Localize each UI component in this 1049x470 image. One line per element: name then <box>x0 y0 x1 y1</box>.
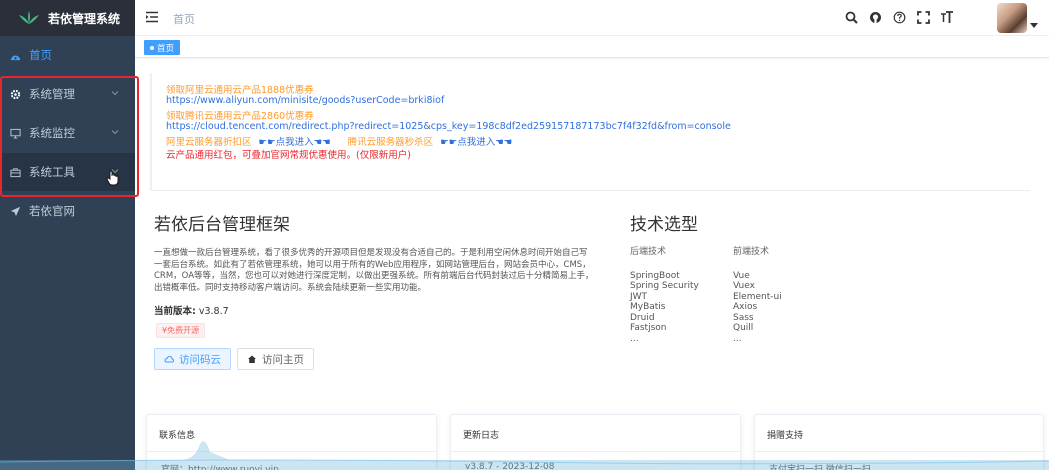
tags-view: 首页 <box>135 36 1049 58</box>
list-item: Spring Security <box>630 281 699 291</box>
promo-tencent-enter[interactable]: ☛☛点我进入☚☚ <box>440 137 512 148</box>
dashboard-icon <box>9 49 21 61</box>
tag-dot <box>150 45 154 50</box>
list-item: Vue <box>733 270 750 281</box>
intro-description: 一直想做一款后台管理系统，看了很多优秀的开源项目但是发现没有合适自己的。于是利用… <box>154 248 594 293</box>
navbar: 首页 <box>135 0 1049 36</box>
contact-card: 联系信息 官网：http://www.ruoyi.vip <box>146 414 437 470</box>
sidebar-item-home[interactable]: 首页 <box>0 36 135 74</box>
promo-redpacket[interactable]: 云产品通用红包，可叠加官网常规优惠使用。(仅限新用户) <box>166 147 411 161</box>
app-title: 若依管理系统 <box>48 11 121 26</box>
list-item: ... <box>733 333 742 344</box>
home-icon <box>248 355 256 363</box>
promo-notice: 领取阿里云通用云产品1888优惠券 https://www.aliyun.com… <box>150 73 1030 190</box>
free-open-source-tag: ¥免费开源 <box>156 323 206 338</box>
donate-card: 捐赠支持 支付宝扫一扫 微信扫一扫 <box>754 414 1044 470</box>
list-item: Axios <box>733 302 758 312</box>
card-title: 更新日志 <box>463 431 500 441</box>
changelog-card: 更新日志 v3.8.7 - 2023-12-08 <box>450 414 741 470</box>
question-icon[interactable] <box>892 10 906 24</box>
card-title: 联系信息 <box>159 431 196 441</box>
tag-home[interactable]: 首页 <box>144 40 181 55</box>
card-divider <box>451 451 740 452</box>
card-divider <box>755 451 1043 452</box>
promo-tencent-link[interactable]: https://cloud.tencent.com/redirect.php?r… <box>166 121 731 132</box>
list-item: Fastjson <box>630 323 667 333</box>
btn-label: 访问码云 <box>179 353 221 366</box>
logo-leaf-icon <box>19 11 39 24</box>
avatar[interactable] <box>997 3 1027 33</box>
list-item: Element-ui <box>733 291 782 302</box>
list-item: MyBatis <box>630 302 666 312</box>
list-item: ... <box>630 333 639 344</box>
promo-aliyun-link[interactable]: https://www.aliyun.com/minisite/goods?us… <box>166 95 444 106</box>
list-item: SpringBoot <box>630 270 680 281</box>
font-size-icon[interactable] <box>940 10 954 24</box>
card-content: 支付宝扫一扫 微信扫一扫 <box>769 465 871 470</box>
promo-tencent-coupon[interactable]: 领取腾讯云通用云产品2860优惠券 <box>166 108 314 122</box>
sidebar-item-website[interactable]: 若依官网 <box>0 192 135 230</box>
frontend-tech-list: 前端技术 Vue Vuex Element-ui Axios Sass Quil… <box>733 247 782 344</box>
sidebar: 若依管理系统 首页 系统管理 系统监控 系统工具 若依官网 <box>0 0 135 470</box>
divider <box>150 190 1030 191</box>
navbar-tools <box>844 10 954 24</box>
github-icon[interactable] <box>868 10 882 24</box>
promo-servers: 阿里云服务器折扣区 ☛☛点我进入☚☚ 腾讯云服务器秒杀区 ☛☛点我进入☚☚ <box>166 134 512 148</box>
intro-title: 若依后台管理框架 <box>154 215 290 235</box>
send-icon <box>9 205 21 217</box>
sidebar-item-label: 若依官网 <box>29 204 75 218</box>
visit-gitee-button[interactable]: 访问码云 <box>154 348 231 370</box>
hamburger-icon[interactable] <box>145 11 159 23</box>
list-item: Quill <box>733 323 754 333</box>
sidebar-item-label: 首页 <box>29 48 52 62</box>
promo-aliyun-coupon[interactable]: 领取阿里云通用云产品1888优惠券 <box>166 82 314 96</box>
card-content[interactable]: v3.8.7 - 2023-12-08 <box>465 462 555 470</box>
highlight-box <box>0 76 139 197</box>
list-item: Vuex <box>733 281 755 291</box>
list-item: Sass <box>733 312 754 323</box>
frontend-tech-title: 前端技术 <box>733 247 770 257</box>
card-content[interactable]: 官网：http://www.ruoyi.vip <box>161 462 279 470</box>
tag-label: 首页 <box>157 43 175 54</box>
backend-tech-title: 后端技术 <box>630 247 667 257</box>
search-icon[interactable] <box>844 10 858 24</box>
caret-down-icon[interactable] <box>1030 23 1038 29</box>
card-title: 捐赠支持 <box>767 431 804 441</box>
btn-label: 访问主页 <box>262 353 304 366</box>
version-label: 当前版本: <box>154 306 196 317</box>
fullscreen-icon[interactable] <box>916 10 930 24</box>
breadcrumb: 首页 <box>173 13 195 26</box>
version-value: v3.8.7 <box>198 306 229 317</box>
list-item: Druid <box>630 312 655 323</box>
visit-home-button[interactable]: 访问主页 <box>237 348 314 370</box>
backend-tech-list: 后端技术 SpringBoot Spring Security JWT MyBa… <box>630 247 699 344</box>
tech-title: 技术选型 <box>630 215 698 235</box>
current-version: 当前版本: v3.8.7 <box>154 303 229 317</box>
cloud-icon <box>164 355 174 363</box>
list-item: JWT <box>630 291 648 302</box>
sidebar-logo[interactable]: 若依管理系统 <box>0 0 135 36</box>
card-divider <box>147 451 436 452</box>
